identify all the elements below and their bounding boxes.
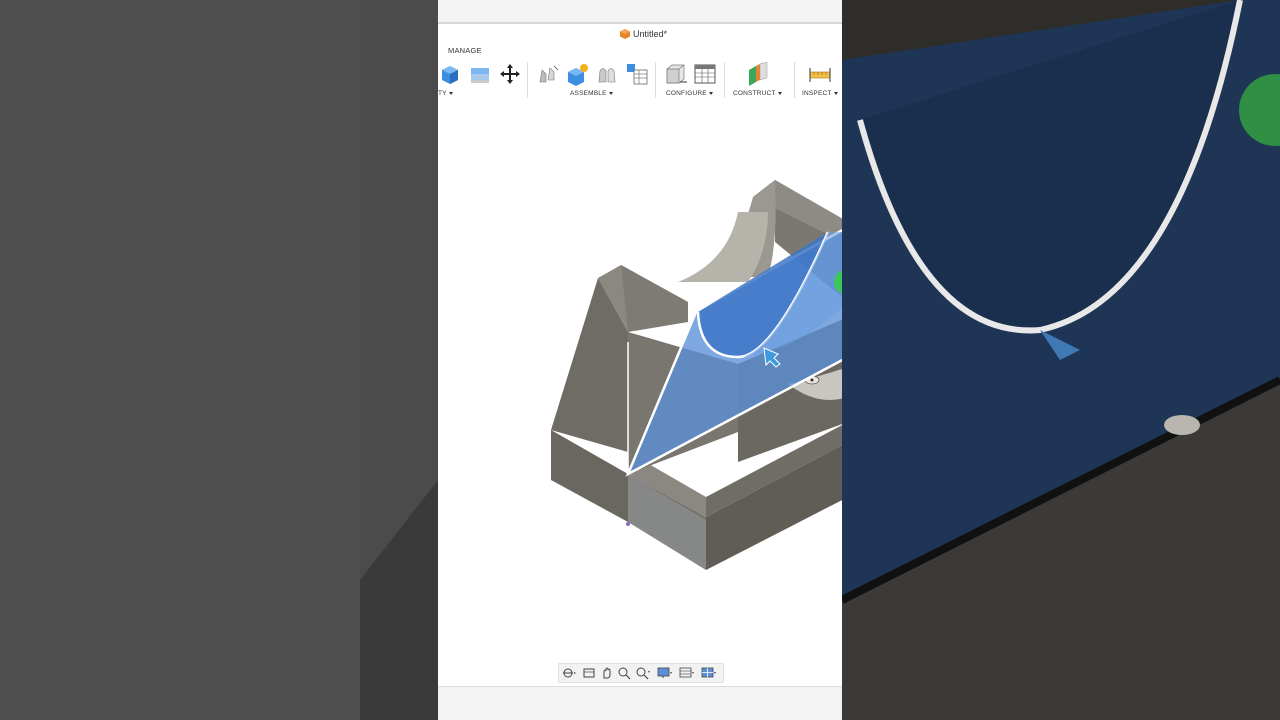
display-settings-icon[interactable] [657, 666, 673, 680]
navigation-bar [558, 663, 724, 683]
origin-point-icon [626, 522, 630, 526]
toolbar-divider [527, 62, 528, 98]
toolbar-divider [724, 62, 725, 98]
toolbar-divider [655, 62, 656, 98]
chevron-down-icon [833, 91, 838, 95]
box-solid-icon[interactable] [438, 62, 462, 86]
tab-manage[interactable]: MANAGE [448, 46, 482, 55]
construct-plane-icon[interactable] [746, 62, 770, 86]
chevron-down-icon [708, 91, 713, 95]
ribbon-toolbar: TY ASSEMBLE CONFIGURE CONSTRUCT INSPECT [438, 58, 842, 100]
chevron-down-icon [777, 91, 782, 95]
as-built-joint-icon[interactable] [595, 62, 619, 86]
configure-table-icon[interactable] [693, 62, 717, 86]
grid-icon[interactable] [679, 666, 695, 680]
measure-icon[interactable] [808, 62, 832, 86]
orbit-icon[interactable] [561, 666, 577, 680]
chevron-down-icon [608, 91, 613, 95]
toolbar-divider [794, 62, 795, 98]
zoom-window-icon[interactable] [617, 666, 633, 680]
status-bar [438, 686, 842, 720]
pan-icon[interactable] [599, 666, 615, 680]
stack-icon[interactable] [468, 62, 492, 86]
cad-application-window: Untitled* MANAGE TY ASSEMBLE CONFIGURE C… [438, 0, 842, 720]
group-label-assemble[interactable]: ASSEMBLE [570, 90, 613, 97]
group-label-inspect[interactable]: INSPECT [802, 90, 838, 97]
group-label-ty[interactable]: TY [438, 90, 453, 97]
configure-box-icon[interactable] [664, 62, 688, 86]
document-icon [620, 29, 630, 39]
group-label-configure[interactable]: CONFIGURE [666, 90, 713, 97]
model-face [621, 265, 688, 332]
joint-table-icon[interactable] [625, 62, 649, 86]
new-component-icon[interactable] [565, 62, 589, 86]
joint-icon[interactable] [536, 62, 560, 86]
top-strip [438, 0, 842, 24]
zoom-icon[interactable] [635, 666, 651, 680]
look-at-icon[interactable] [581, 666, 597, 680]
document-title: Untitled* [633, 29, 668, 39]
chevron-down-icon [448, 91, 453, 95]
viewports-icon[interactable] [701, 666, 717, 680]
move-icon[interactable] [498, 62, 522, 86]
group-label-construct[interactable]: CONSTRUCT [733, 90, 782, 97]
title-bar: Untitled* [438, 24, 842, 44]
hole-center [810, 378, 814, 382]
model-viewport[interactable] [438, 102, 842, 662]
